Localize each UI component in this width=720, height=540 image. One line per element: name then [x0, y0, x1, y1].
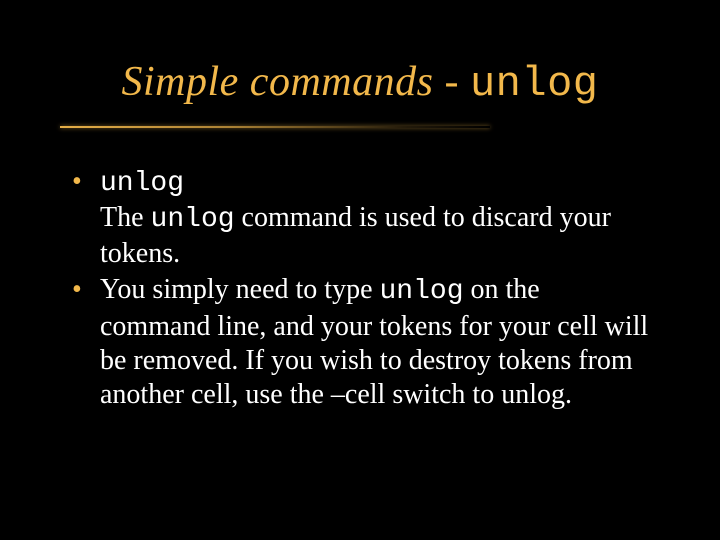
bullet-inline-mono: unlog: [151, 204, 235, 235]
list-item: unlog The unlog command is used to disca…: [70, 165, 650, 271]
title-prefix: Simple commands -: [122, 59, 470, 105]
bullet-text: The: [100, 202, 151, 233]
bullet-keyword: unlog: [100, 168, 184, 199]
list-item: You simply need to type unlog on the com…: [70, 273, 650, 412]
title-keyword: unlog: [470, 60, 599, 108]
bullet-list: unlog The unlog command is used to disca…: [70, 165, 650, 412]
bullet-inline-mono: unlog: [380, 276, 464, 307]
slide-title: Simple commands - unlog: [0, 58, 720, 108]
bullet-text: You simply need to type: [100, 274, 380, 305]
slide-body: unlog The unlog command is used to disca…: [70, 165, 650, 414]
slide: Simple commands - unlog unlog The unlog …: [0, 0, 720, 540]
title-divider: [60, 126, 490, 128]
